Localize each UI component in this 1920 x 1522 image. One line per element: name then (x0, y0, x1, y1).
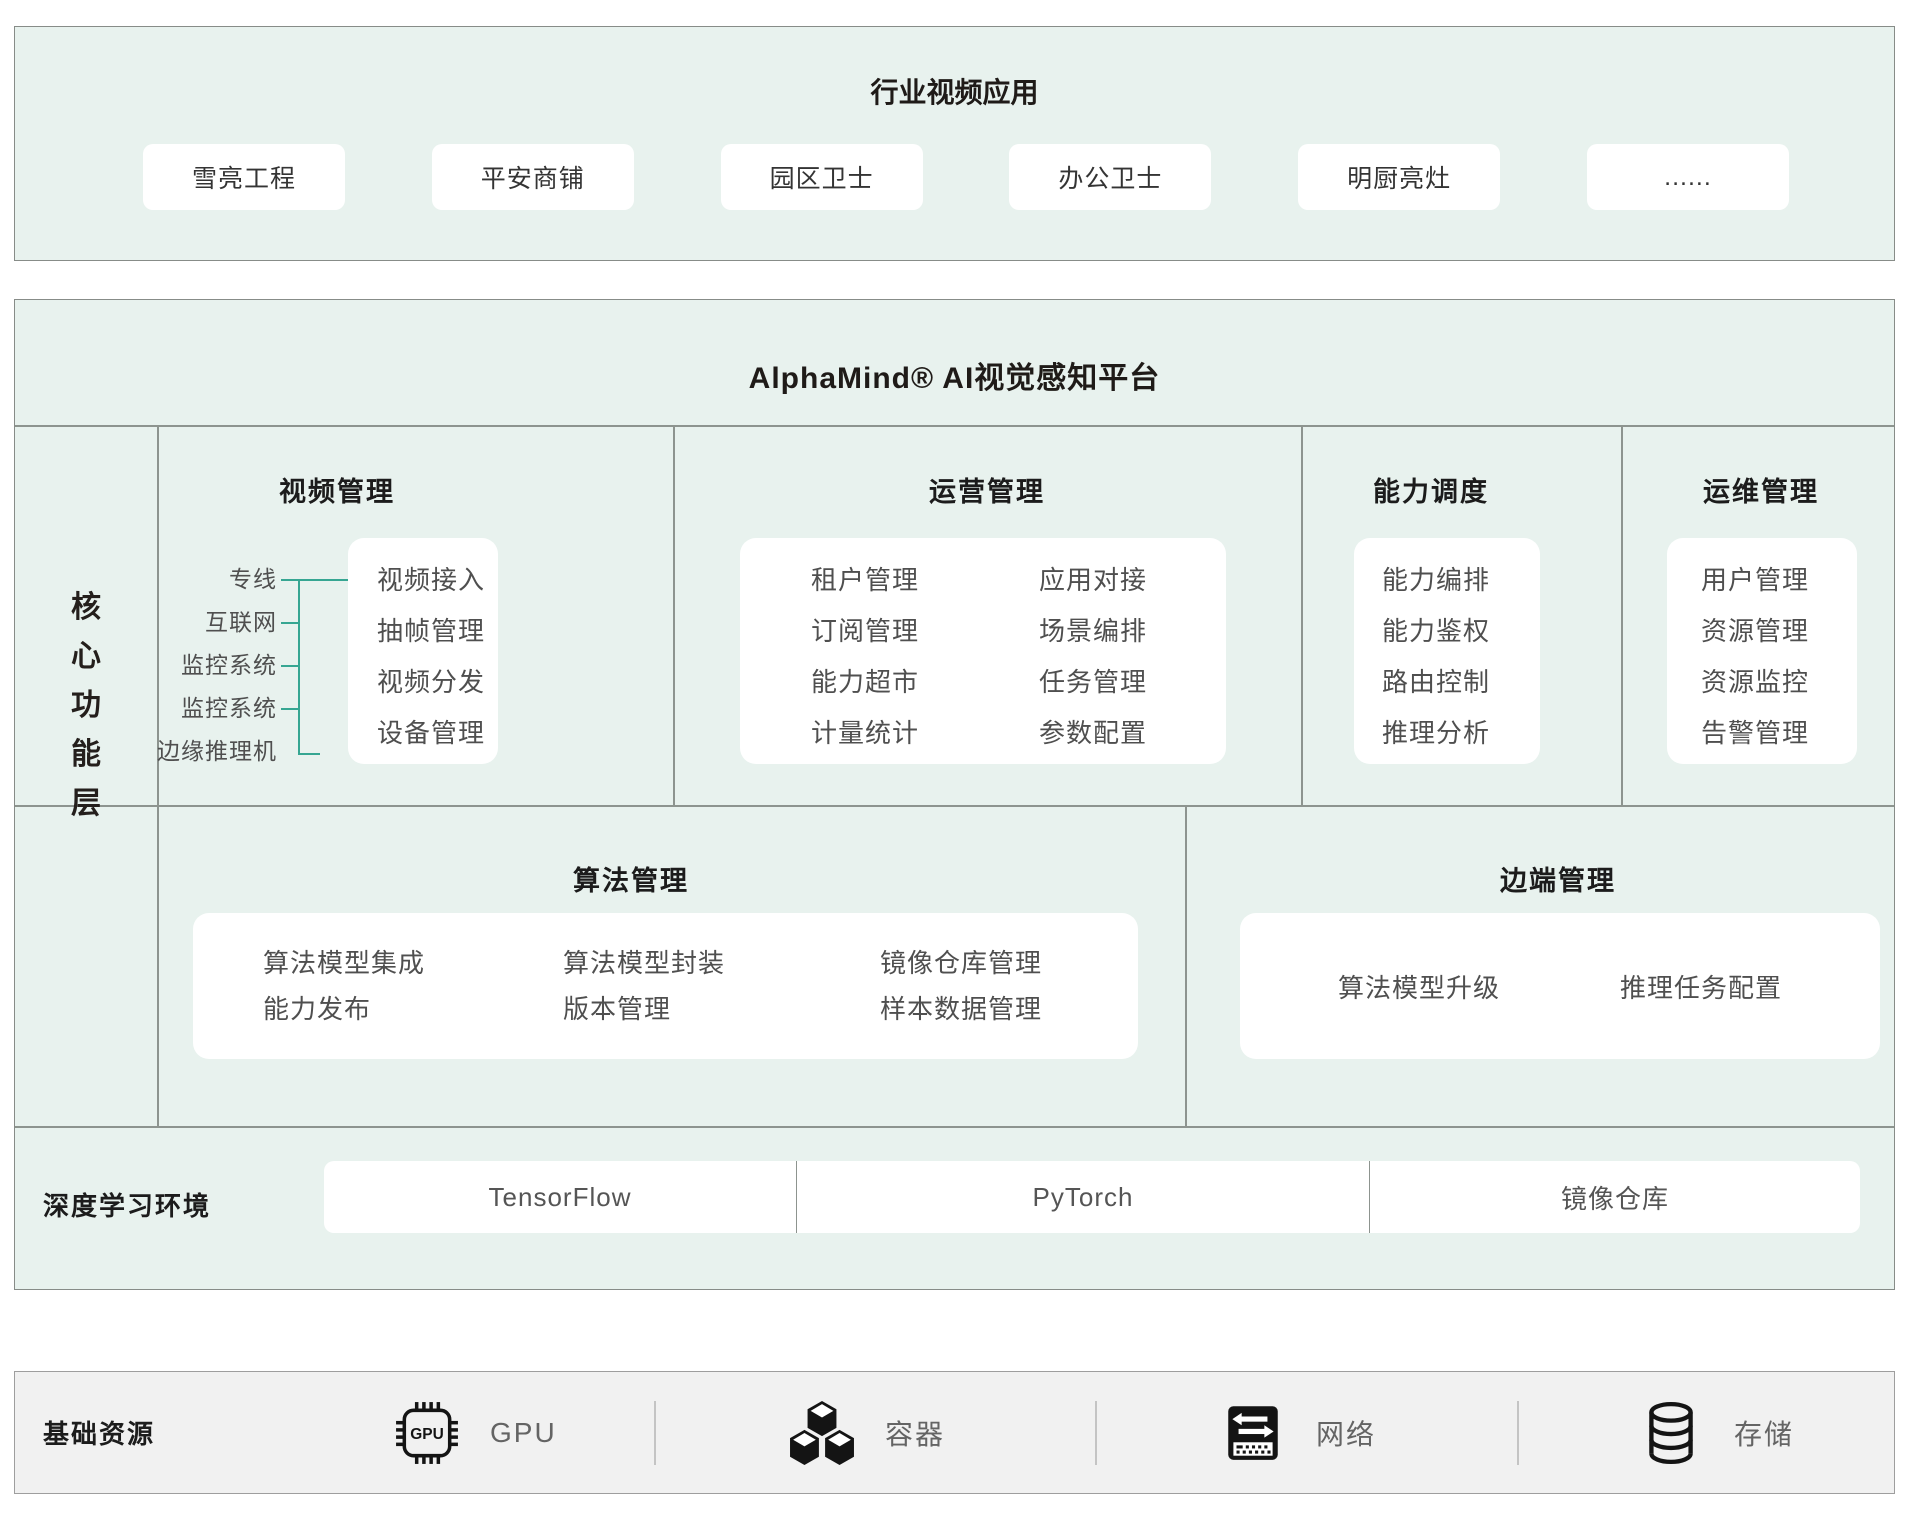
resource-label-container: 容器 (885, 1413, 945, 1453)
divider-ops-sched (1301, 425, 1303, 805)
connector-line-jiankong-1 (281, 665, 300, 667)
app-chip-more: ...... (1587, 144, 1789, 210)
connector-line-zhuanxian (281, 579, 348, 581)
platform-box: AlphaMind® AI视觉感知平台 核心功能层 视频管理 运营管理 能力调度… (14, 299, 1895, 1290)
network-switch-icon (1220, 1400, 1286, 1466)
sched-item: 能力编排 (1382, 555, 1540, 606)
app-chip-bangong: 办公卫士 (1009, 144, 1211, 210)
divider-row2-dlenv (15, 1126, 1894, 1128)
dl-cell-tensorflow: TensorFlow (324, 1161, 796, 1233)
section-title-edge: 边端管理 (1500, 859, 1616, 898)
video-item: 抽帧管理 (377, 606, 498, 657)
dl-env-label: 深度学习环境 (43, 1186, 211, 1223)
container-cubes-icon (789, 1400, 855, 1466)
ops-item: 任务管理 (1039, 657, 1147, 708)
app-chip-yuanqu: 园区卫士 (721, 144, 923, 210)
sched-item: 推理分析 (1382, 708, 1540, 759)
resource-label-network: 网络 (1316, 1413, 1376, 1453)
ops-item: 订阅管理 (811, 606, 919, 657)
video-source: 互联网 (115, 601, 277, 644)
ops-item: 能力超市 (811, 657, 919, 708)
video-source: 监控系统 (115, 687, 277, 730)
svg-text:GPU: GPU (410, 1426, 444, 1443)
base-resources-label: 基础资源 (43, 1372, 155, 1493)
om-item: 资源监控 (1701, 657, 1857, 708)
industry-apps-box: 行业视频应用 雪亮工程 平安商铺 园区卫士 办公卫士 明厨亮灶 ...... (14, 26, 1895, 261)
ops-column-left: 租户管理 订阅管理 能力超市 计量统计 (811, 555, 919, 759)
video-source: 专线 (115, 558, 277, 601)
video-management-card: 视频接入 抽帧管理 视频分发 设备管理 (348, 538, 498, 764)
divider-sched-om (1621, 425, 1623, 805)
platform-title: AlphaMind® AI视觉感知平台 (15, 353, 1894, 397)
algo-item: 算法模型封装 (563, 940, 880, 986)
divider-side-label (157, 425, 159, 1126)
resource-network: 网络 (1220, 1372, 1376, 1493)
resource-gpu: GPU GPU (394, 1372, 557, 1493)
architecture-diagram: 行业视频应用 雪亮工程 平安商铺 园区卫士 办公卫士 明厨亮灶 ...... A… (0, 0, 1920, 1522)
sched-item: 路由控制 (1382, 657, 1540, 708)
ops-item: 计量统计 (811, 708, 919, 759)
dl-env-bar: TensorFlow PyTorch 镜像仓库 (324, 1161, 1860, 1233)
ops-column-right: 应用对接 场景编排 任务管理 参数配置 (1039, 555, 1147, 759)
section-title-sched: 能力调度 (1373, 470, 1489, 509)
connector-line-bianyuan (298, 753, 320, 755)
app-chip-xueliang: 雪亮工程 (143, 144, 345, 210)
video-source-list: 专线 互联网 监控系统 监控系统 边缘推理机 (115, 558, 277, 773)
section-title-video: 视频管理 (279, 470, 395, 509)
ops-item: 应用对接 (1039, 555, 1147, 606)
ops-item: 租户管理 (811, 555, 919, 606)
divider-algo-edge (1185, 805, 1187, 1126)
storage-database-icon (1638, 1400, 1704, 1466)
ops-item: 场景编排 (1039, 606, 1147, 657)
resource-storage: 存储 (1638, 1372, 1794, 1493)
video-item: 视频接入 (377, 555, 498, 606)
resource-divider (1517, 1401, 1519, 1465)
dl-cell-pytorch: PyTorch (796, 1161, 1369, 1233)
resource-label-storage: 存储 (1734, 1413, 1794, 1453)
section-title-om: 运维管理 (1703, 470, 1819, 509)
base-resources-box: 基础资源 GPU GPU (14, 1371, 1895, 1494)
edge-management-card: 算法模型升级 推理任务配置 (1240, 913, 1880, 1059)
om-management-card: 用户管理 资源管理 资源监控 告警管理 (1667, 538, 1857, 764)
app-chip-mingchu: 明厨亮灶 (1298, 144, 1500, 210)
edge-item: 推理任务配置 (1620, 968, 1782, 1005)
ops-management-card: 租户管理 订阅管理 能力超市 计量统计 应用对接 场景编排 任务管理 参数配置 (740, 538, 1226, 764)
video-source: 监控系统 (115, 644, 277, 687)
algo-item: 镜像仓库管理 (880, 940, 1138, 986)
app-chip-pingan: 平安商铺 (432, 144, 634, 210)
dl-cell-registry: 镜像仓库 (1369, 1161, 1860, 1233)
video-item: 设备管理 (377, 708, 498, 759)
divider-video-ops (673, 425, 675, 805)
algo-item: 能力发布 (263, 986, 563, 1032)
algo-item: 样本数据管理 (880, 986, 1138, 1032)
divider-row1-row2 (15, 805, 1894, 807)
resource-label-gpu: GPU (490, 1417, 557, 1449)
sched-item: 能力鉴权 (1382, 606, 1540, 657)
algo-item: 版本管理 (563, 986, 880, 1032)
capability-scheduling-card: 能力编排 能力鉴权 路由控制 推理分析 (1354, 538, 1540, 764)
industry-apps-title: 行业视频应用 (15, 71, 1894, 111)
connector-line-hulianwang (281, 622, 300, 624)
om-item: 资源管理 (1701, 606, 1857, 657)
video-source: 边缘推理机 (115, 730, 277, 773)
resource-container: 容器 (789, 1372, 945, 1493)
algo-item: 算法模型集成 (263, 940, 563, 986)
algorithm-management-card: 算法模型集成 算法模型封装 镜像仓库管理 能力发布 版本管理 样本数据管理 (193, 913, 1138, 1059)
section-title-ops: 运营管理 (929, 470, 1045, 509)
video-item: 视频分发 (377, 657, 498, 708)
edge-item: 算法模型升级 (1338, 968, 1500, 1005)
resource-divider (654, 1401, 656, 1465)
divider-title (15, 425, 1894, 427)
ops-item: 参数配置 (1039, 708, 1147, 759)
om-item: 告警管理 (1701, 708, 1857, 759)
connector-line-jiankong-2 (281, 708, 300, 710)
app-chip-row: 雪亮工程 平安商铺 园区卫士 办公卫士 明厨亮灶 ...... (143, 144, 1789, 210)
section-title-algo: 算法管理 (573, 859, 689, 898)
gpu-chip-icon: GPU (394, 1400, 460, 1466)
resource-divider (1095, 1401, 1097, 1465)
om-item: 用户管理 (1701, 555, 1857, 606)
connector-trunk-line (298, 580, 300, 755)
